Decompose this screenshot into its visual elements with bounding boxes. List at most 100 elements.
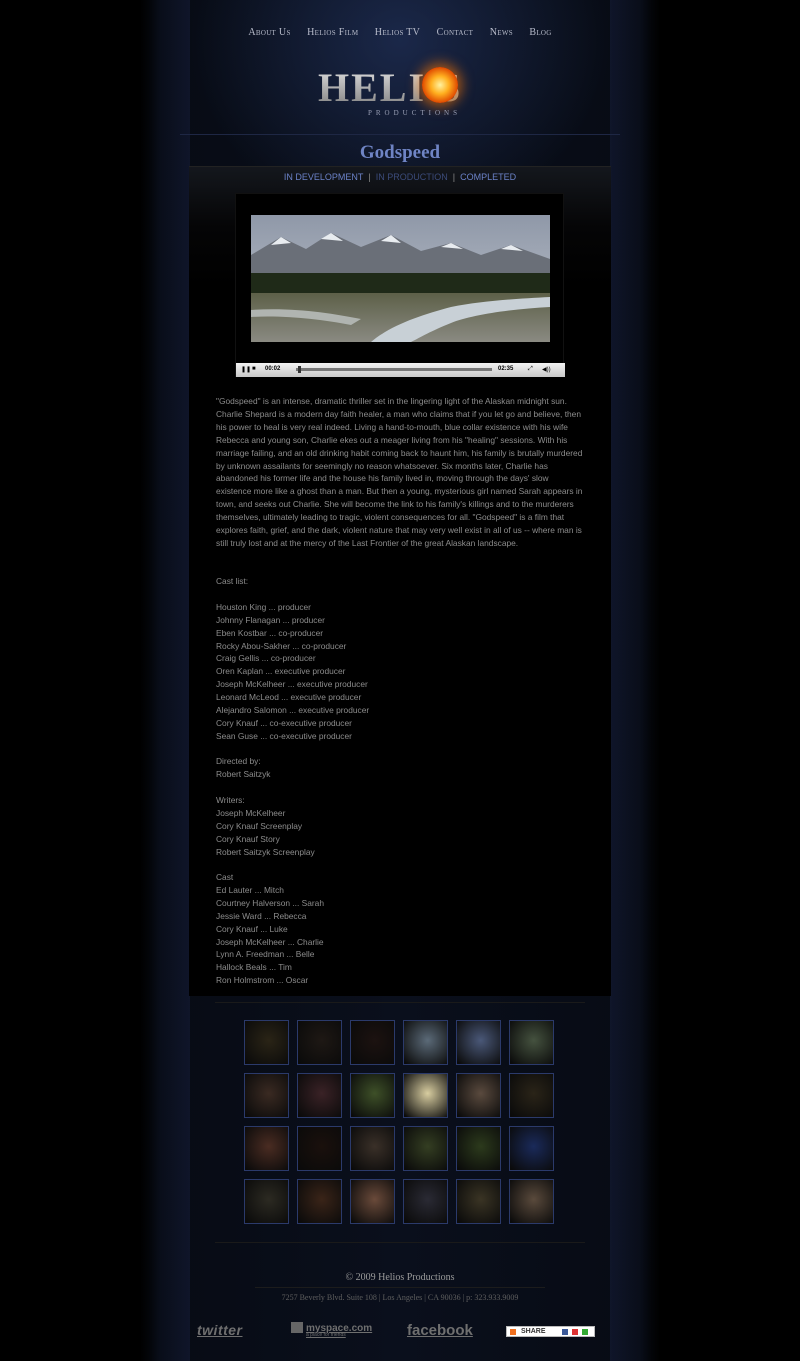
list-item: Jessie Ward ... Rebecca: [216, 910, 307, 921]
tab-completed[interactable]: COMPLETED: [460, 172, 516, 182]
right-glow: [610, 0, 650, 1361]
nav-contact[interactable]: Contact: [437, 27, 474, 38]
gallery-thumbnail[interactable]: [456, 1126, 501, 1171]
twitter-link[interactable]: twitter: [197, 1322, 243, 1340]
gallery-thumbnail[interactable]: [456, 1073, 501, 1118]
gallery-thumbnail[interactable]: [350, 1020, 395, 1065]
list-item: Joseph McKelheer ... executive producer: [216, 679, 368, 690]
address: 7257 Beverly Blvd. Suite 108 | Los Angel…: [281, 1293, 519, 1302]
volume-icon[interactable]: ◀)): [542, 366, 551, 373]
facebook-icon: [562, 1329, 568, 1335]
gallery-thumbnail[interactable]: [350, 1073, 395, 1118]
nav-about[interactable]: About Us: [248, 27, 290, 38]
writers-section: Writers: Joseph McKelheer Cory Knauf Scr…: [216, 794, 315, 859]
myspace-link[interactable]: myspace.com a place for friends: [291, 1322, 372, 1340]
list-item: Sean Guse ... co-executive producer: [216, 730, 352, 741]
gallery-thumbnail[interactable]: [509, 1126, 554, 1171]
gallery-thumbnail[interactable]: [456, 1179, 501, 1224]
film-synopsis: "Godspeed" is an intense, dramatic thril…: [216, 396, 583, 548]
logo-subtitle: PRODUCTIONS: [368, 109, 462, 117]
list-item: Oren Kaplan ... executive producer: [216, 666, 346, 677]
list-item: Courtney Halverson ... Sarah: [216, 897, 324, 908]
list-item: Houston King ... producer: [216, 601, 311, 612]
list-item: Lynn A. Freedman ... Belle: [216, 949, 315, 960]
directed-heading: Directed by:: [216, 756, 261, 766]
duration-time: 02:35: [498, 366, 514, 372]
bookmark-icon: [572, 1329, 578, 1335]
directed-section: Directed by: Robert Saitzyk: [216, 755, 270, 781]
gallery-thumbnail[interactable]: [297, 1179, 342, 1224]
tab-in-production[interactable]: IN PRODUCTION: [376, 172, 448, 182]
gallery-divider-top: [215, 1002, 585, 1003]
gallery-thumbnail[interactable]: [350, 1179, 395, 1224]
list-item: Craig Gellis ... co-producer: [216, 653, 316, 664]
gallery-thumbnail[interactable]: [509, 1073, 554, 1118]
gallery-thumbnail[interactable]: [403, 1126, 448, 1171]
fullscreen-icon[interactable]: ⤢: [528, 366, 533, 373]
cast-heading: Cast: [216, 872, 234, 882]
list-item: Leonard McLeod ... executive producer: [216, 692, 362, 703]
gallery-thumbnail[interactable]: [456, 1020, 501, 1065]
copyright: © 2009 Helios Productions: [345, 1272, 455, 1283]
writers-heading: Writers:: [216, 795, 245, 805]
gallery-thumbnail[interactable]: [350, 1126, 395, 1171]
list-item: Alejandro Salomon ... executive producer: [216, 705, 370, 716]
elapsed-time: 00:02: [265, 366, 281, 372]
list-item: Cory Knauf ... Luke: [216, 923, 288, 934]
seek-handle[interactable]: [297, 366, 301, 373]
nav-helios-film[interactable]: Helios Film: [307, 27, 358, 38]
pause-icon[interactable]: ❚❚: [241, 366, 251, 373]
myspace-icon: [291, 1322, 303, 1333]
video-player[interactable]: ❚❚ ■ 00:02 02:35 ⤢ ◀)): [235, 193, 565, 377]
header-divider: [180, 134, 620, 135]
separator: |: [368, 172, 371, 182]
list-item: Eben Kostbar ... co-producer: [216, 627, 324, 638]
gallery-thumbnail[interactable]: [297, 1126, 342, 1171]
gallery-thumbnail[interactable]: [244, 1179, 289, 1224]
gallery-thumbnail[interactable]: [403, 1073, 448, 1118]
seek-bar[interactable]: [296, 368, 492, 371]
list-item: Johnny Flanagan ... producer: [216, 614, 325, 625]
list-item: Ed Lauter ... Mitch: [216, 884, 284, 895]
gallery-thumbnail[interactable]: [244, 1020, 289, 1065]
status-tabs: IN DEVELOPMENT | IN PRODUCTION | COMPLETED: [0, 172, 800, 182]
gallery-thumbnail[interactable]: [244, 1126, 289, 1171]
main-nav: About Us Helios Film Helios TV Contact N…: [0, 22, 800, 40]
facebook-link[interactable]: facebook: [407, 1322, 473, 1340]
share-button[interactable]: SHARE: [506, 1326, 595, 1337]
gallery-thumbnail[interactable]: [403, 1020, 448, 1065]
gallery-thumbnail[interactable]: [297, 1020, 342, 1065]
nav-helios-tv[interactable]: Helios TV: [375, 27, 420, 38]
tab-in-development[interactable]: IN DEVELOPMENT: [284, 172, 364, 182]
left-glow: [150, 0, 190, 1361]
list-item: Robert Saitzyk Screenplay: [216, 846, 315, 857]
share-label: SHARE: [521, 1328, 546, 1335]
gallery-thumbnail[interactable]: [244, 1073, 289, 1118]
page-title: Godspeed: [359, 142, 441, 163]
cast-list-section: Cast list: Houston King ... producer Joh…: [216, 575, 369, 743]
list-item: Robert Saitzyk: [216, 768, 271, 779]
share-plus-icon: [510, 1329, 516, 1335]
list-item: Joseph McKelheer: [216, 807, 286, 818]
gallery-divider-bottom: [215, 1242, 585, 1243]
list-item: Cory Knauf Story: [216, 833, 280, 844]
list-item: Rocky Abou-Sakher ... co-producer: [216, 640, 347, 651]
gallery-thumbnail[interactable]: [509, 1179, 554, 1224]
cast-list-heading: Cast list:: [216, 576, 249, 586]
sun-icon: [422, 67, 458, 103]
gallery-thumbnail[interactable]: [509, 1020, 554, 1065]
nav-news[interactable]: News: [490, 27, 513, 38]
list-item: Joseph McKelheer ... Charlie: [216, 936, 324, 947]
list-item: Ron Holmstrom ... Oscar: [216, 975, 309, 986]
list-item: Hallock Beals ... Tim: [216, 962, 292, 973]
gallery-thumbnail[interactable]: [297, 1073, 342, 1118]
video-still: [251, 215, 550, 342]
nav-blog[interactable]: Blog: [529, 27, 551, 38]
separator: |: [452, 172, 456, 182]
gallery-thumbnail[interactable]: [403, 1179, 448, 1224]
player-controls: ❚❚ ■ 00:02 02:35 ⤢ ◀)): [236, 363, 565, 377]
stop-icon[interactable]: ■: [252, 366, 256, 372]
cast-section: Cast Ed Lauter ... Mitch Courtney Halver…: [216, 871, 324, 987]
video-frame[interactable]: [251, 215, 550, 342]
helios-logo[interactable]: HELI S PRODUCTIONS: [318, 64, 488, 120]
